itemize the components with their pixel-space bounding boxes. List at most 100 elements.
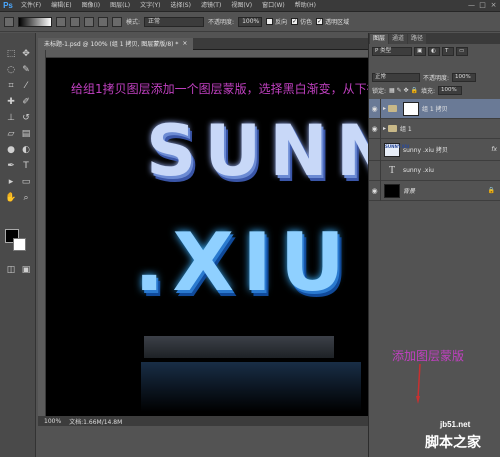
history-brush-tool-icon[interactable]: ↺ bbox=[19, 111, 33, 125]
quick-mask-icon[interactable]: ◫ bbox=[4, 263, 18, 277]
menu-image[interactable]: 图像(I) bbox=[77, 0, 105, 12]
layer-name: sunny .xiu bbox=[403, 167, 434, 174]
gradient-picker[interactable] bbox=[18, 16, 52, 27]
dither-checkbox[interactable]: ✓ 仿色 bbox=[291, 17, 312, 26]
menu-view[interactable]: 视图(V) bbox=[226, 0, 257, 12]
screen-mode-icon[interactable]: ▣ bbox=[19, 263, 33, 277]
dodge-tool-icon[interactable]: ◐ bbox=[19, 143, 33, 157]
eye-icon[interactable] bbox=[369, 138, 381, 161]
quick-select-tool-icon[interactable]: ✎ bbox=[19, 63, 33, 77]
radial-gradient-button[interactable] bbox=[70, 16, 80, 27]
blend-mode-select[interactable]: 正常 bbox=[372, 73, 420, 82]
eye-icon[interactable]: ◉ bbox=[369, 98, 381, 119]
marquee-tool-icon[interactable]: ⬚ bbox=[4, 47, 18, 61]
transparency-label: 透明区域 bbox=[325, 19, 350, 26]
filter-adjust-icon[interactable]: ◐ bbox=[428, 47, 440, 56]
menu-file[interactable]: 文件(F) bbox=[16, 0, 46, 12]
minimize-button[interactable]: — bbox=[467, 1, 476, 10]
menu-window[interactable]: 窗口(W) bbox=[257, 0, 290, 12]
angle-gradient-button[interactable] bbox=[84, 16, 94, 27]
pen-tool-icon[interactable]: ✒ bbox=[4, 159, 18, 173]
checkmark-icon: ✓ bbox=[291, 18, 299, 25]
layer-row-background[interactable]: ◉ 背景 🔒 bbox=[369, 180, 500, 201]
layers-panel: 图层 通道 路径 P 类型 ▣ ◐ T ▭ 正常 不透明度: 100% 锁定: … bbox=[368, 33, 500, 457]
folder-icon bbox=[388, 125, 397, 132]
menu-edit[interactable]: 编辑(E) bbox=[46, 0, 76, 12]
zoom-level[interactable]: 100% bbox=[44, 418, 61, 425]
path-select-tool-icon[interactable]: ▸ bbox=[4, 175, 18, 189]
document-canvas[interactable]: 给组1拷贝图层添加一个图层蒙版，选择黑白渐变，从下往上拉 SUNNY .XIU bbox=[46, 58, 368, 416]
layer-row-sunny[interactable]: T sunny .xiu bbox=[369, 160, 500, 181]
folder-icon bbox=[388, 105, 397, 112]
eye-icon[interactable] bbox=[369, 160, 381, 181]
opacity-input[interactable]: 100% bbox=[238, 16, 263, 27]
zoom-tool-icon[interactable]: ⌕ bbox=[19, 191, 33, 205]
tab-layers[interactable]: 图层 bbox=[370, 34, 389, 44]
checkmark-icon: ✓ bbox=[316, 18, 324, 25]
hand-tool-icon[interactable]: ✋ bbox=[4, 191, 18, 205]
fill-label: 填充: bbox=[420, 88, 435, 95]
layer-opacity-input[interactable]: 100% bbox=[452, 73, 477, 82]
instruction-text: 给组1拷贝图层添加一个图层蒙版，选择黑白渐变，从下往上拉 bbox=[71, 82, 368, 96]
layer-mask-thumbnail[interactable] bbox=[403, 101, 419, 116]
type-tool-icon[interactable]: T bbox=[19, 159, 33, 173]
mode-select[interactable]: 正常 bbox=[144, 16, 205, 27]
menu-help[interactable]: 帮助(H) bbox=[290, 0, 321, 12]
eraser-tool-icon[interactable]: ▱ bbox=[4, 127, 18, 141]
chevron-right-icon[interactable]: ▸ bbox=[381, 105, 388, 112]
menu-select[interactable]: 选择(S) bbox=[165, 0, 196, 12]
shape-tool-icon[interactable]: ▭ bbox=[19, 175, 33, 189]
document-tab[interactable]: 未标题-1.psd @ 100% (组 1 拷贝, 图层蒙版/8) * × bbox=[38, 37, 194, 50]
eyedropper-tool-icon[interactable]: ⁄ bbox=[19, 79, 33, 93]
ruler-horizontal bbox=[46, 50, 368, 58]
reverse-label: 反向 bbox=[275, 19, 288, 26]
tool-preset-picker[interactable] bbox=[4, 16, 14, 27]
layer-row-group1[interactable]: ◉ ▸ 组 1 bbox=[369, 118, 500, 139]
background-color-swatch[interactable] bbox=[13, 238, 26, 251]
artwork-text-line1: SUNNY bbox=[146, 110, 368, 192]
mode-label: 模式: bbox=[126, 19, 141, 26]
maximize-button[interactable]: □ bbox=[478, 1, 487, 10]
eye-icon[interactable]: ◉ bbox=[369, 180, 381, 201]
fill-input[interactable]: 100% bbox=[437, 86, 462, 95]
document-title: 未标题-1.psd @ 100% (组 1 拷贝, 图层蒙版/8) * bbox=[44, 41, 179, 48]
tab-channels[interactable]: 通道 bbox=[389, 34, 408, 44]
menu-type[interactable]: 文字(Y) bbox=[135, 0, 165, 12]
layer-thumbnail: SUNNY.XIU bbox=[384, 142, 409, 157]
reflected-gradient-button[interactable] bbox=[98, 16, 108, 27]
filter-shape-icon[interactable]: ▭ bbox=[456, 47, 468, 56]
eye-icon[interactable]: ◉ bbox=[369, 118, 381, 139]
layer-filter-row: P 类型 ▣ ◐ T ▭ bbox=[372, 46, 498, 57]
brush-tool-icon[interactable]: ✐ bbox=[19, 95, 33, 109]
close-button[interactable]: × bbox=[489, 1, 498, 10]
diamond-gradient-button[interactable] bbox=[112, 16, 122, 27]
layer-opacity-label: 不透明度: bbox=[423, 75, 450, 82]
menu-layer[interactable]: 图层(L) bbox=[105, 0, 135, 12]
tab-paths[interactable]: 路径 bbox=[408, 34, 427, 44]
layer-kind-select[interactable]: P 类型 bbox=[372, 47, 412, 56]
filter-type-icon[interactable]: T bbox=[442, 47, 454, 56]
close-tab-icon[interactable]: × bbox=[182, 40, 187, 47]
watermark-domain: jb51.net bbox=[440, 420, 471, 429]
move-tool-icon[interactable]: ✥ bbox=[19, 47, 33, 61]
filter-pixel-icon[interactable]: ▣ bbox=[414, 47, 426, 56]
lock-row: 锁定: ▦ ✎ ✥ 🔒 填充: 100% bbox=[372, 85, 498, 96]
healing-brush-tool-icon[interactable]: ✚ bbox=[4, 95, 18, 109]
clone-stamp-tool-icon[interactable]: ⊥ bbox=[4, 111, 18, 125]
chevron-right-icon[interactable]: ▸ bbox=[381, 125, 388, 132]
menu-filter[interactable]: 滤镜(T) bbox=[196, 0, 226, 12]
fx-icon[interactable]: fx bbox=[491, 146, 497, 153]
lock-icon: 🔒 bbox=[487, 187, 495, 194]
linear-gradient-button[interactable] bbox=[56, 16, 66, 27]
window-controls: — □ × bbox=[467, 1, 498, 10]
crop-tool-icon[interactable]: ⌗ bbox=[4, 79, 18, 93]
lasso-tool-icon[interactable]: ◌ bbox=[4, 63, 18, 77]
gradient-tool-icon[interactable]: ▤ bbox=[19, 127, 33, 141]
transparency-checkbox[interactable]: ✓ 透明区域 bbox=[316, 17, 349, 26]
reverse-checkbox[interactable]: 反向 bbox=[266, 17, 287, 26]
layer-row-group1-copy[interactable]: ◉ ▸ 组 1 拷贝 bbox=[369, 98, 500, 119]
artwork-reflection bbox=[141, 362, 361, 412]
layer-row-sunny-copy[interactable]: SUNNY.XIU sunny .xiu 拷贝 fx bbox=[369, 138, 500, 161]
blur-tool-icon[interactable]: ● bbox=[4, 143, 18, 157]
lock-icons[interactable]: ▦ ✎ ✥ 🔒 bbox=[389, 87, 418, 94]
